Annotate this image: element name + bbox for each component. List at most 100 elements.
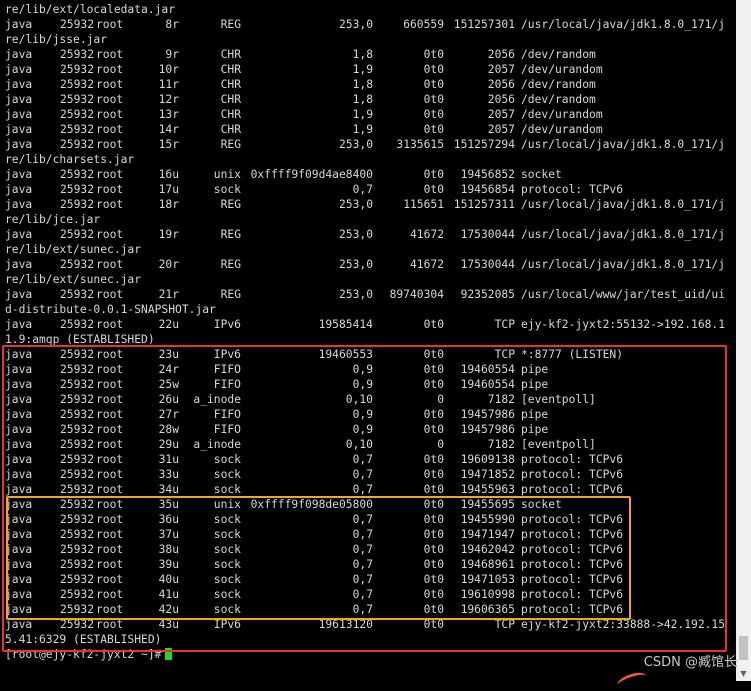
- lsof-command: java: [5, 288, 33, 301]
- lsof-size-off: 0t0: [423, 483, 444, 496]
- wrapped-text: re/lib/ext/sunec.jar: [5, 273, 142, 286]
- lsof-command: java: [5, 498, 33, 511]
- text-cursor: [165, 648, 173, 660]
- lsof-type: CHR: [220, 63, 241, 76]
- lsof-fd: 24r: [158, 363, 179, 376]
- lsof-row: java 25932 root 13r CHR 1,9 0t0 2057/dev/urando…: [5, 107, 730, 122]
- lsof-device: 253,0: [338, 18, 373, 31]
- lsof-size-off: 89740304: [389, 288, 444, 301]
- lsof-device: 0,7: [352, 453, 373, 466]
- lsof-fd: 13r: [158, 108, 179, 121]
- lsof-fd: 28w: [158, 423, 179, 436]
- lsof-node: 19456852: [460, 168, 515, 181]
- lsof-pid: 25932: [60, 618, 95, 631]
- lsof-fd: 21r: [158, 288, 179, 301]
- lsof-fd: 14r: [158, 123, 179, 136]
- lsof-fd: 16u: [158, 168, 179, 181]
- lsof-node: 2057: [487, 63, 515, 76]
- lsof-row: java 25932 root 10r CHR 1,9 0t0 2057/dev/urando…: [5, 62, 730, 77]
- lsof-size-off: 0t0: [423, 513, 444, 526]
- lsof-fd: 12r: [158, 93, 179, 106]
- lsof-node: 19471053: [460, 573, 515, 586]
- lsof-name: protocol: TCPv6: [521, 513, 624, 526]
- lsof-command: java: [5, 468, 33, 481]
- lsof-type: REG: [220, 138, 241, 151]
- vertical-scrollbar[interactable]: ▼: [736, 0, 751, 681]
- lsof-command: java: [5, 318, 33, 331]
- lsof-row: java 25932 root 17u sock 0,7 0t0 19456854 protoc…: [5, 182, 730, 197]
- lsof-user: root: [96, 48, 124, 61]
- lsof-size-off: 0t0: [423, 78, 444, 91]
- lsof-fd: 25w: [158, 378, 179, 391]
- lsof-fd: 23u: [158, 348, 179, 361]
- scroll-down-arrow-icon[interactable]: ▼: [736, 666, 751, 681]
- lsof-type: CHR: [220, 78, 241, 91]
- lsof-name: /dev/random: [521, 93, 596, 106]
- lsof-fd: 35u: [158, 498, 179, 511]
- lsof-row: java 25932 root 35u unix 0xffff9f098de05800 0t…: [5, 497, 730, 512]
- lsof-type: FIFO: [213, 363, 241, 376]
- lsof-command: java: [5, 438, 33, 451]
- lsof-name: /usr/local/java/jdk1.8.0_171/j: [521, 228, 726, 241]
- lsof-name: /usr/local/java/jdk1.8.0_171/j: [521, 198, 726, 211]
- wrapped-line: d-distribute-0.0.1-SNAPSHOT.jar: [5, 302, 730, 317]
- lsof-row: java 25932 root 9r CHR 1,8 0t0 2056/dev/random: [5, 47, 730, 62]
- lsof-pid: 25932: [60, 78, 95, 91]
- lsof-node: 17530044: [460, 258, 515, 271]
- lsof-row: java 25932 root 26u a_inode 0,10 0 7182 [eventpo…: [5, 392, 730, 407]
- lsof-user: root: [96, 318, 124, 331]
- lsof-command: java: [5, 513, 33, 526]
- lsof-device: 0,10: [345, 438, 373, 451]
- lsof-row: java 25932 root 23u IPv6 19460553 0t0 TCP *:8777…: [5, 347, 730, 362]
- lsof-command: java: [5, 528, 33, 541]
- lsof-pid: 25932: [60, 108, 95, 121]
- lsof-node: 2056: [487, 93, 515, 106]
- scrollbar-thumb[interactable]: [739, 636, 748, 660]
- lsof-device: 1,9: [352, 63, 373, 76]
- lsof-command: java: [5, 348, 33, 361]
- lsof-fd: 31u: [158, 453, 179, 466]
- lsof-size-off: 41672: [409, 258, 444, 271]
- lsof-pid: 25932: [60, 48, 95, 61]
- lsof-row: java 25932 root 34u sock 0,7 0t0 19455963 protoc…: [5, 482, 730, 497]
- lsof-name: /dev/urandom: [521, 108, 603, 121]
- lsof-user: root: [96, 393, 124, 406]
- lsof-type: CHR: [220, 93, 241, 106]
- lsof-row: java 25932 root 16u unix 0xffff9f09d4ae8400 0t…: [5, 167, 730, 182]
- lsof-row: java 25932 root 43u IPv6 19613120 0t0 TCP ejy-kf…: [5, 617, 730, 632]
- lsof-size-off: 0t0: [423, 543, 444, 556]
- lsof-pid: 25932: [60, 123, 95, 136]
- lsof-node: 19462042: [460, 543, 515, 556]
- lsof-pid: 25932: [60, 588, 95, 601]
- lsof-node: 19457986: [460, 408, 515, 421]
- lsof-type: sock: [213, 513, 241, 526]
- lsof-user: root: [96, 363, 124, 376]
- lsof-name: /dev/urandom: [521, 63, 603, 76]
- wrapped-line: re/lib/ext/sunec.jar: [5, 272, 730, 287]
- lsof-device: 1,9: [352, 123, 373, 136]
- terminal-window[interactable]: re/lib/ext/localedata.jar java 25932 root 8r…: [0, 0, 736, 681]
- lsof-type: a_inode: [193, 393, 241, 406]
- lsof-name: /dev/random: [521, 78, 596, 91]
- wrapped-text: 5.41:6329 (ESTABLISHED): [5, 633, 162, 646]
- lsof-name: /usr/local/www/jar/test_uid/ui: [521, 288, 726, 301]
- lsof-name: protocol: TCPv6: [521, 183, 624, 196]
- lsof-device: 253,0: [338, 228, 373, 241]
- lsof-type: sock: [213, 528, 241, 541]
- lsof-device: 0,9: [352, 423, 373, 436]
- prompt-line[interactable]: [root@ejy-kf2-jyxt2 ~]#: [5, 647, 730, 662]
- lsof-fd: 43u: [158, 618, 179, 631]
- lsof-node: 2057: [487, 123, 515, 136]
- lsof-device: 253,0: [338, 288, 373, 301]
- lsof-device: 0xffff9f098de05800: [250, 498, 373, 511]
- lsof-size-off: 0t0: [423, 183, 444, 196]
- lsof-user: root: [96, 228, 124, 241]
- lsof-user: root: [96, 348, 124, 361]
- lsof-pid: 25932: [60, 288, 95, 301]
- lsof-fd: 15r: [158, 138, 179, 151]
- lsof-user: root: [96, 78, 124, 91]
- lsof-device: 0,9: [352, 408, 373, 421]
- lsof-device: 0,7: [352, 588, 373, 601]
- lsof-node: 17530044: [460, 228, 515, 241]
- lsof-fd: 34u: [158, 483, 179, 496]
